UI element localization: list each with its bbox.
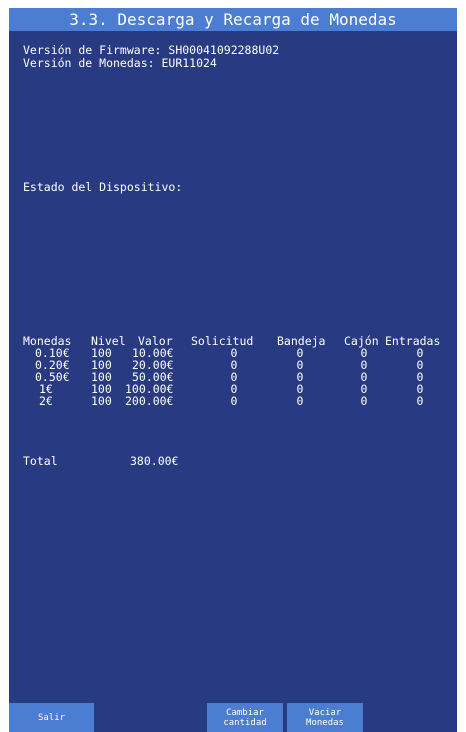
page-title: 3.3. Descarga y Recarga de Monedas [9,8,457,31]
total-label: Total [23,454,58,468]
exit-button[interactable]: Salir [9,703,94,732]
header-inputs: Entradas [385,334,441,348]
coin-management-screen: 3.3. Descarga y Recarga de Monedas Versi… [9,8,457,732]
change-quantity-button[interactable]: Cambiar cantidad [207,703,283,732]
coin-level: 100 [91,394,112,408]
coins-version: Versión de Monedas: EUR11024 [23,56,217,70]
firmware-version: Versión de Firmware: SH00041092288U02 [23,43,280,57]
empty-coins-label-line1: Vaciar [308,707,342,718]
change-quantity-label-line1: Cambiar [226,707,264,718]
change-quantity-label-line2: cantidad [223,717,267,728]
empty-coins-button[interactable]: Vaciar Monedas [287,703,363,732]
coin-tray: 0 [296,394,304,408]
exit-button-label: Salir [37,712,66,723]
coin-request: 0 [230,394,238,408]
coin-value: 200.00€ [125,394,174,408]
total-value: 380.00€ [130,454,179,468]
header-request: Solicitud [191,334,254,348]
coin-drawer: 0 [360,394,368,408]
empty-coins-label-line2: Monedas [306,717,344,728]
coin-inputs: 0 [416,394,424,408]
device-status: Estado del Dispositivo: [23,180,183,194]
coin-denomination: 2€ [39,394,53,408]
